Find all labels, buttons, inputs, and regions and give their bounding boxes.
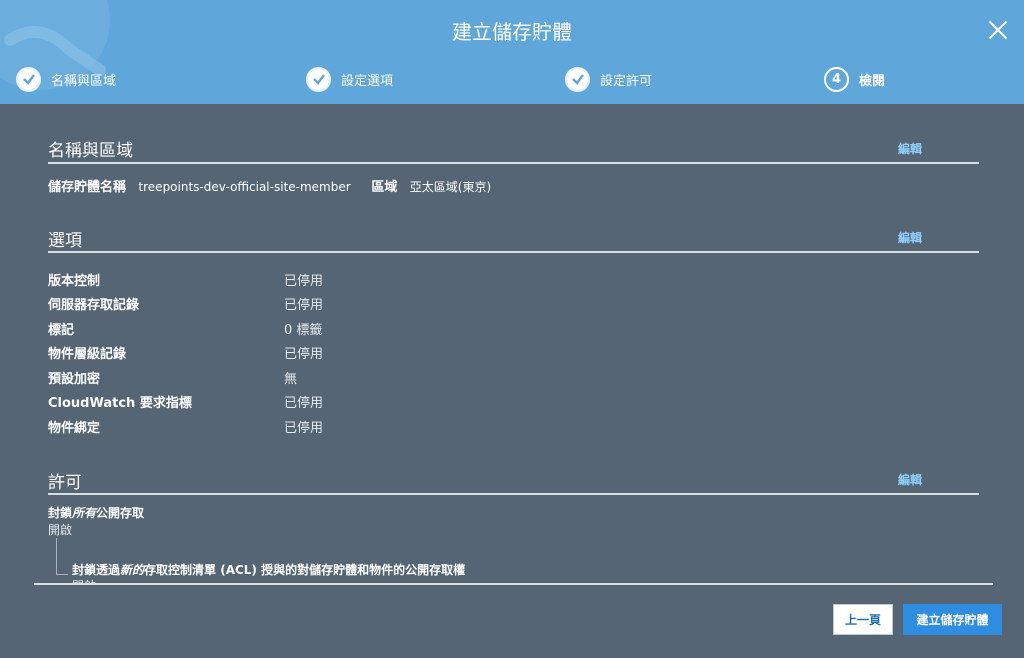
sub-prefix: 封鎖透過 [72,563,121,577]
option-label: 伺服器存取記錄 [48,298,140,313]
tree-connector [56,574,68,575]
edit-options-link[interactable]: 編輯 [898,229,922,246]
step-label: 設定選項 [341,73,394,89]
block-emphasis: 所有 [72,506,97,520]
step-permissions[interactable]: 設定許可 [565,66,652,92]
block-all-public-access-value: 開啟 [48,523,73,537]
section-title-permissions: 許可 [48,473,82,493]
step-number: 4 [824,66,849,92]
block-all-public-access-title: 封鎖所有公開存取 [48,504,144,521]
option-row: 預設加密 無 [48,368,448,387]
section-title-name-region: 名稱與區域 [48,141,133,161]
option-row: 物件綁定 已停用 [48,417,448,436]
modal-header: 建立儲存貯體 名稱與區域 設定選項 設定許可 4 檢閱 [0,0,1024,104]
divider [48,162,979,164]
option-label: 預設加密 [48,372,101,387]
option-value: 已停用 [284,274,324,289]
divider [48,251,979,253]
option-value: 無 [284,372,298,387]
block-prefix: 封鎖 [48,506,73,520]
step-options[interactable]: 設定選項 [306,66,393,92]
tree-connector [56,538,57,574]
option-row: 版本控制 已停用 [48,270,448,289]
option-value: 已停用 [284,421,324,436]
divider [48,493,979,495]
previous-button[interactable]: 上一頁 [833,604,893,635]
option-row: 標記 0 標籤 [48,319,448,338]
option-value: 已停用 [284,347,324,362]
option-label: CloudWatch 要求指標 [48,396,192,411]
close-icon[interactable] [984,16,1012,44]
sub-emphasis: 新的 [120,563,145,577]
step-label: 設定許可 [600,73,653,89]
check-icon [565,66,590,92]
block-suffix: 公開存取 [96,506,145,520]
step-label: 檢閱 [859,73,886,89]
step-label: 名稱與區域 [51,73,117,89]
footer-divider [34,583,993,585]
bucket-summary: 儲存貯體名稱 treepoints-dev-official-site-memb… [48,176,491,195]
region-label: 區域 [371,180,398,195]
section-title-options: 選項 [48,231,82,251]
option-value: 0 標籤 [284,323,323,338]
option-row: CloudWatch 要求指標 已停用 [48,392,448,411]
option-label: 物件層級記錄 [48,347,127,362]
step-name-region[interactable]: 名稱與區域 [16,66,116,92]
option-row: 物件層級記錄 已停用 [48,343,448,362]
option-label: 標記 [48,323,75,338]
edit-name-region-link[interactable]: 編輯 [898,140,922,157]
modal-title: 建立儲存貯體 [452,20,572,44]
option-value: 已停用 [284,298,324,313]
sub-suffix: 存取控制清單 (ACL) 授與的對儲存貯體和物件的公開存取權 [144,563,466,577]
step-review[interactable]: 4 檢閱 [824,66,885,92]
bucket-name-label: 儲存貯體名稱 [48,180,127,195]
check-icon [16,66,41,92]
option-row: 伺服器存取記錄 已停用 [48,294,448,313]
option-label: 版本控制 [48,274,101,289]
edit-permissions-link[interactable]: 編輯 [898,471,922,488]
block-new-acl-title: 封鎖透過新的存取控制清單 (ACL) 授與的對儲存貯體和物件的公開存取權 [72,561,465,578]
create-bucket-button[interactable]: 建立儲存貯體 [903,604,1002,635]
check-icon [306,66,331,92]
option-label: 物件綁定 [48,421,101,436]
bucket-name-value: treepoints-dev-official-site-member [138,180,351,194]
region-value: 亞太區域(東京) [409,180,492,194]
review-content[interactable]: 名稱與區域 編輯 儲存貯體名稱 treepoints-dev-official-… [34,104,994,584]
option-value: 已停用 [284,396,324,411]
